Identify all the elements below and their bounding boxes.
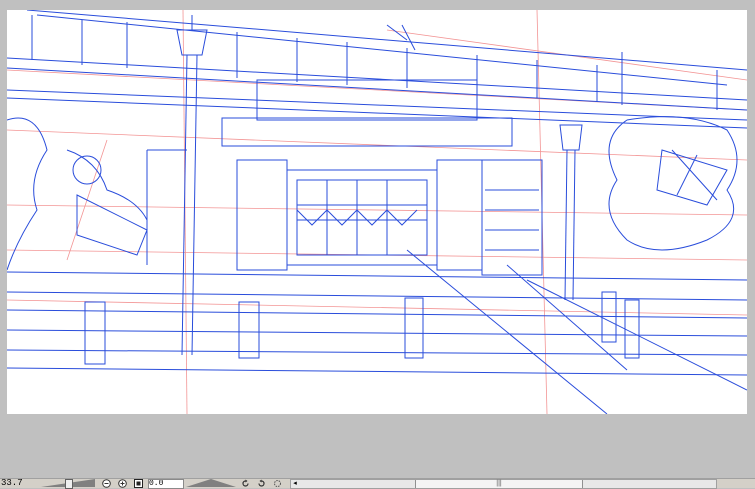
rotation-angle-field[interactable]: 0.0	[148, 478, 184, 489]
rotation-slider-ramp	[186, 479, 236, 487]
drawing-paper[interactable]	[7, 10, 747, 414]
scrollbar-thumb[interactable]: |||	[415, 479, 583, 488]
horizontal-scrollbar[interactable]: ◂ |||	[290, 478, 717, 489]
zoom-slider-knob[interactable]	[65, 479, 73, 489]
sketch-drawing	[7, 10, 747, 414]
canvas-area[interactable]	[0, 0, 755, 478]
scroll-left-icon[interactable]: ◂	[291, 480, 299, 488]
